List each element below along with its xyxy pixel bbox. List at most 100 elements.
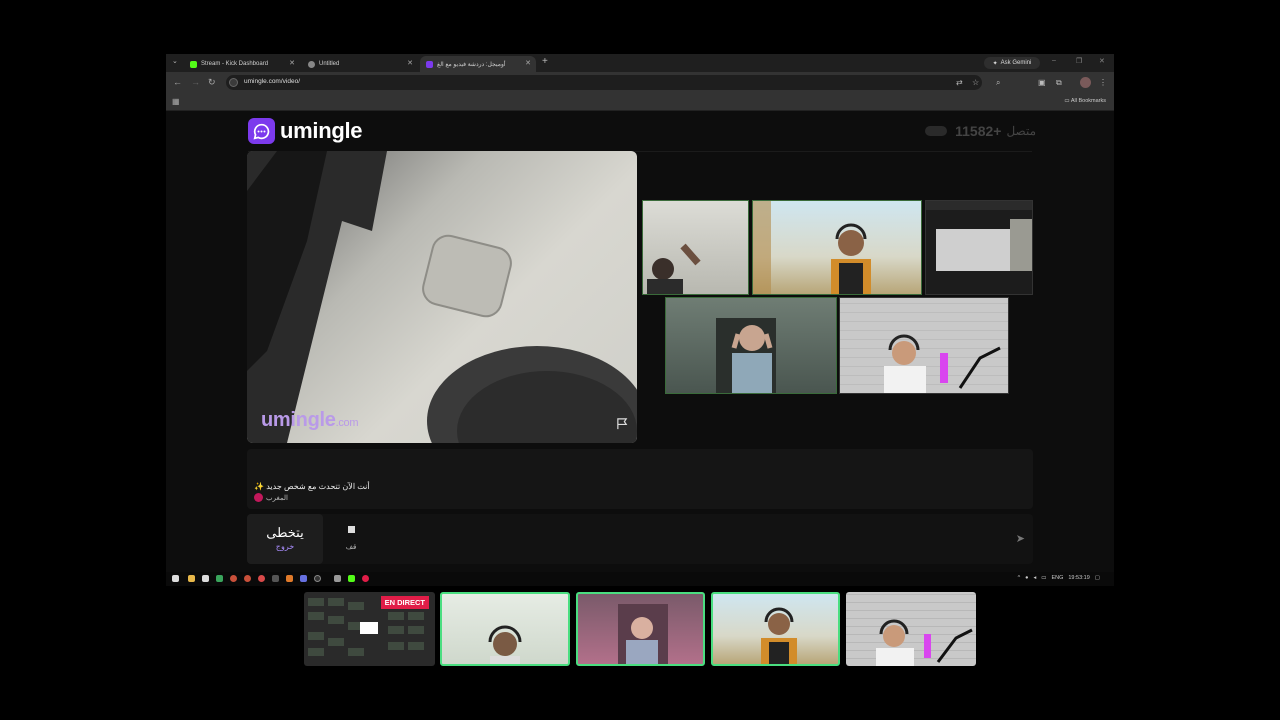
extensions-icon[interactable]: ⧉	[1056, 78, 1062, 88]
stranger-video: umingle.com	[247, 151, 637, 443]
discord-icon[interactable]	[300, 575, 307, 582]
kick-app-icon[interactable]	[348, 575, 355, 582]
all-bookmarks-label: All Bookmarks	[1070, 98, 1106, 104]
person-figure	[876, 619, 973, 666]
clock[interactable]: 19:53:19	[1068, 575, 1089, 581]
system-message: ✨ أنت الآن تتحدث مع شخص جديد	[254, 482, 370, 491]
online-label: متصل	[1006, 124, 1036, 138]
skip-button[interactable]: يتخطى خروج	[247, 514, 323, 564]
watermark-suffix: .com	[335, 417, 359, 429]
address-bar[interactable]: umingle.com/video/ ⇄ ☆	[226, 75, 982, 90]
person-figure	[488, 625, 522, 664]
chrome-icon[interactable]	[230, 575, 237, 582]
url-text[interactable]: umingle.com/video/	[244, 78, 300, 85]
online-indicator: 11582+ متصل	[925, 123, 1036, 139]
online-toggle[interactable]	[925, 126, 948, 136]
umingle-icon	[426, 60, 433, 68]
tab-title: Untitled	[319, 61, 340, 67]
profile-avatar[interactable]	[1080, 77, 1091, 88]
close-icon[interactable]: ✕	[525, 59, 531, 67]
mini-screen-side	[1010, 219, 1032, 271]
cam-tile-2	[752, 200, 922, 295]
tab-search-chevron-icon[interactable]: ⌄	[172, 57, 178, 65]
zoom-icon[interactable]: ⌕	[996, 78, 1000, 88]
chat-bubble-icon	[248, 118, 275, 144]
cam-tile-1	[642, 200, 749, 295]
tab-untitled[interactable]: Untitled ✕	[302, 56, 418, 72]
skip-label: يتخطى	[266, 525, 304, 540]
tab-title: أوميجل: دردشة فيديو مع الغ	[437, 61, 506, 68]
stream-cam-3	[711, 592, 840, 666]
person-figure	[716, 318, 776, 393]
brave-icon[interactable]	[286, 575, 293, 582]
ask-gemini-label: Ask Gemini	[1000, 60, 1032, 66]
forward-arrow-icon[interactable]: →	[191, 77, 200, 87]
brand-name: umingle	[280, 118, 363, 143]
close-window-icon[interactable]: ✕	[1099, 57, 1105, 65]
cam-tile-screen	[925, 200, 1033, 295]
watermark-brand: umingle	[261, 409, 336, 431]
app-icon[interactable]	[272, 575, 279, 582]
skip-shortcut-label: خروج	[275, 542, 295, 551]
sidebar-icon[interactable]: ▣	[1038, 78, 1046, 87]
tab-kick-dashboard[interactable]: Stream - Kick Dashboard ✕	[184, 56, 300, 72]
tab-umingle[interactable]: أوميجل: دردشة فيديو مع الغ ✕	[420, 56, 536, 72]
maximize-icon[interactable]: ❐	[1076, 57, 1082, 65]
mic-icon[interactable]: ●	[1025, 575, 1028, 581]
notifications-icon[interactable]: ▢	[1095, 575, 1100, 581]
windows-taskbar: ^ ● ◂ ▭ ENG 19:53:19 ▢	[166, 572, 1114, 586]
cam-tile-3	[665, 297, 837, 394]
record-icon[interactable]	[362, 575, 369, 582]
person-figure	[753, 201, 871, 294]
umingle-page: umingle 11582+ متصل umingle.com ✨ أنت ال…	[166, 111, 1114, 573]
reload-icon[interactable]: ↻	[208, 77, 216, 88]
ask-gemini-button[interactable]: ✦ Ask Gemini	[984, 57, 1040, 69]
apps-grid-icon[interactable]: ▦	[172, 97, 180, 106]
spreadsheet-icon[interactable]	[216, 575, 223, 582]
menu-dots-icon[interactable]: ⋮	[1099, 78, 1107, 87]
new-tab-plus-icon[interactable]: +	[542, 56, 548, 67]
tab-title: Stream - Kick Dashboard	[201, 61, 269, 67]
language-indicator[interactable]: ENG	[1051, 575, 1063, 581]
clock-app-icon[interactable]	[314, 575, 321, 582]
flag-icon	[254, 493, 263, 502]
live-badge: EN DIRECT	[380, 596, 429, 609]
minimize-icon[interactable]: –	[1052, 57, 1056, 64]
windows-start-icon[interactable]	[172, 575, 179, 582]
stream-cam-screen: EN DIRECT	[304, 592, 435, 666]
back-arrow-icon[interactable]: ←	[173, 77, 182, 87]
close-icon[interactable]: ✕	[407, 59, 413, 67]
obs-icon[interactable]	[258, 575, 265, 582]
person-figure	[618, 604, 668, 664]
kick-icon	[190, 60, 197, 68]
country-name: المغرب	[266, 494, 288, 502]
settings-icon[interactable]	[334, 575, 341, 582]
umingle-logo[interactable]: umingle	[248, 118, 363, 144]
close-icon[interactable]: ✕	[289, 59, 295, 67]
file-explorer-icon[interactable]	[188, 575, 195, 582]
all-bookmarks-button[interactable]: ▭ All Bookmarks	[1064, 98, 1106, 104]
translate-icon[interactable]: ⇄	[956, 78, 963, 87]
system-tray: ^ ● ◂ ▭ ENG 19:53:19 ▢	[1018, 575, 1100, 581]
mini-screen	[936, 229, 1011, 271]
stop-button[interactable]: قف	[331, 526, 371, 554]
message-input[interactable]	[382, 522, 1002, 556]
report-flag-icon[interactable]	[616, 417, 629, 435]
tab-bar: ⌄ Stream - Kick Dashboard ✕ Untitled ✕ أ…	[166, 54, 1114, 72]
send-icon[interactable]: ➤	[1016, 532, 1025, 545]
chrome-profile-icon[interactable]	[244, 575, 251, 582]
star-icon[interactable]: ☆	[972, 78, 979, 87]
bookmarks-bar: ▦ ▭ All Bookmarks	[166, 94, 1114, 111]
person-figure	[761, 607, 797, 664]
online-count: 11582+	[955, 123, 1002, 139]
chevron-up-icon[interactable]: ^	[1018, 575, 1021, 581]
chat-controls: يتخطى خروج قف ➤	[247, 514, 1033, 564]
network-icon[interactable]: ▭	[1041, 575, 1046, 581]
browser-toolbar: ← → ↻ umingle.com/video/ ⇄ ☆ ⌕ ▣ ⧉ ⋮	[166, 72, 1114, 94]
volume-icon[interactable]: ◂	[1033, 575, 1036, 581]
person-figure	[884, 334, 1001, 393]
person-figure	[647, 243, 701, 294]
stream-cam-2	[576, 592, 705, 666]
site-info-icon[interactable]	[229, 78, 238, 87]
notepad-icon[interactable]	[202, 575, 209, 582]
